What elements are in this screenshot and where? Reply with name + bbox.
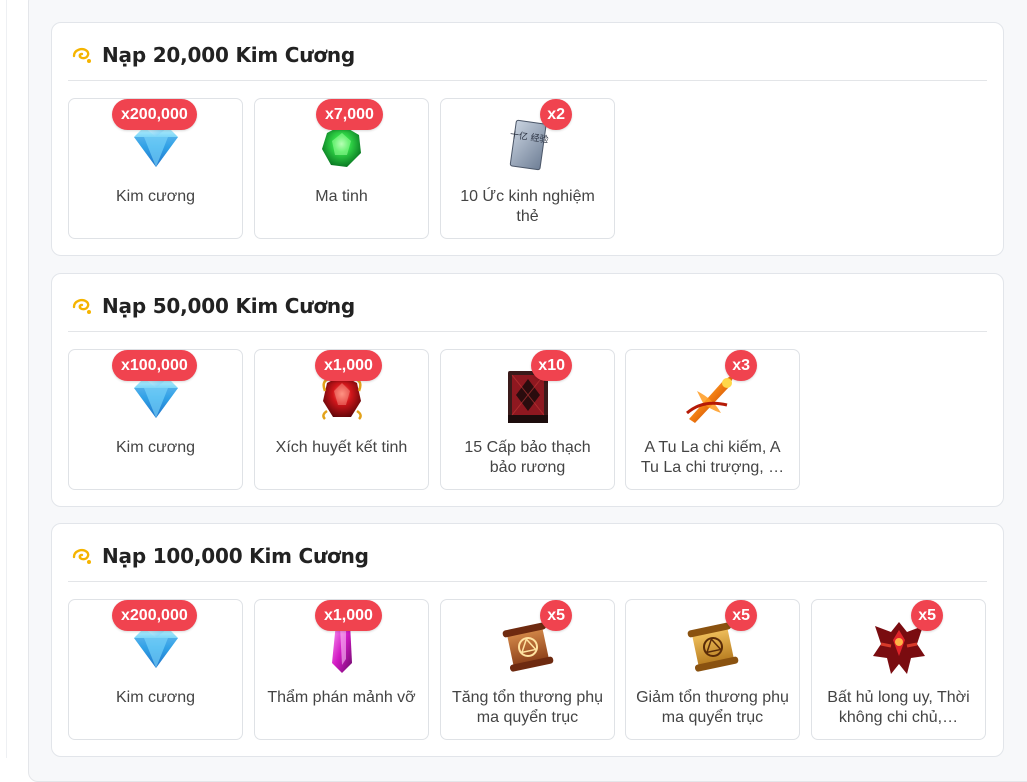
reward-card[interactable]: x1,000 Xích huyết kết tinh bbox=[254, 349, 429, 490]
reward-name: Giảm tổn thương phụ ma quyển trục bbox=[636, 689, 789, 726]
section-divider bbox=[68, 331, 987, 332]
reward-card[interactable]: x200,000 Kim cương bbox=[68, 98, 243, 239]
sparkle-swirl-icon bbox=[70, 544, 94, 568]
reward-name: Kim cương bbox=[116, 689, 195, 706]
reward-card[interactable]: x3 A Tu La chi kiếm, A Tu La chi trượng,… bbox=[625, 349, 800, 490]
reward-card[interactable]: x100,000 Kim cương bbox=[68, 349, 243, 490]
section-header: Nạp 20,000 Kim Cương bbox=[70, 41, 355, 69]
quantity-badge: x100,000 bbox=[112, 350, 197, 381]
sparkle-swirl-icon bbox=[70, 294, 94, 318]
reward-name: Xích huyết kết tinh bbox=[275, 439, 408, 456]
reward-card[interactable]: x5 Giảm tổn thương phụ ma quyển trục bbox=[625, 599, 800, 740]
reward-card[interactable]: x5 Tăng tổn thương phụ ma quyển trục bbox=[440, 599, 615, 740]
quantity-badge: x200,000 bbox=[112, 600, 197, 631]
recharge-tier-50000: Nạp 50,000 Kim Cương x100,000 Kim cương … bbox=[51, 273, 1004, 507]
section-header: Nạp 100,000 Kim Cương bbox=[70, 542, 369, 570]
quantity-badge: x1,000 bbox=[315, 350, 382, 381]
reward-card[interactable]: x5 Bất hủ long uy, Thời không chi chủ,… bbox=[811, 599, 986, 740]
quantity-badge: x200,000 bbox=[112, 99, 197, 130]
sparkle-swirl-icon bbox=[70, 43, 94, 67]
section-title: Nạp 20,000 Kim Cương bbox=[102, 43, 356, 67]
quantity-badge: x5 bbox=[911, 600, 943, 631]
quantity-badge: x5 bbox=[540, 600, 572, 631]
section-title: Nạp 100,000 Kim Cương bbox=[102, 544, 369, 568]
recharge-tier-20000: Nạp 20,000 Kim Cương x200,000 Kim cương … bbox=[51, 22, 1004, 256]
reward-name: Bất hủ long uy, Thời không chi chủ,… bbox=[827, 689, 970, 726]
quantity-badge: x1,000 bbox=[315, 600, 382, 631]
section-title: Nạp 50,000 Kim Cương bbox=[102, 294, 356, 318]
reward-card[interactable]: x1,000 Thẩm phán mảnh vỡ bbox=[254, 599, 429, 740]
reward-name: Thẩm phán mảnh vỡ bbox=[267, 689, 416, 706]
quantity-badge: x5 bbox=[725, 600, 757, 631]
reward-card[interactable]: x7,000 Ma tinh bbox=[254, 98, 429, 239]
reward-name: 15 Cấp bảo thạch bảo rương bbox=[464, 439, 591, 476]
reward-card[interactable]: 十亿 经验 x2 10 Ức kinh nghiệm thẻ bbox=[440, 98, 615, 239]
reward-name: Kim cương bbox=[116, 439, 195, 456]
section-divider bbox=[68, 80, 987, 81]
reward-name: Ma tinh bbox=[315, 188, 368, 205]
reward-card[interactable]: x10 15 Cấp bảo thạch bảo rương bbox=[440, 349, 615, 490]
reward-name: Tăng tổn thương phụ ma quyển trục bbox=[451, 689, 604, 726]
page-edge-line bbox=[6, 0, 7, 758]
section-divider bbox=[68, 581, 987, 582]
reward-name: Kim cương bbox=[116, 188, 195, 205]
quantity-badge: x10 bbox=[531, 350, 572, 381]
quantity-badge: x3 bbox=[725, 350, 757, 381]
reward-name: A Tu La chi kiếm, A Tu La chi trượng, … bbox=[640, 439, 785, 476]
quantity-badge: x2 bbox=[540, 99, 572, 130]
reward-card[interactable]: x200,000 Kim cương bbox=[68, 599, 243, 740]
reward-name: 10 Ức kinh nghiệm thẻ bbox=[460, 188, 595, 225]
recharge-tier-100000: Nạp 100,000 Kim Cương x200,000 Kim cương… bbox=[51, 523, 1004, 757]
section-header: Nạp 50,000 Kim Cương bbox=[70, 292, 355, 320]
quantity-badge: x7,000 bbox=[316, 99, 383, 130]
